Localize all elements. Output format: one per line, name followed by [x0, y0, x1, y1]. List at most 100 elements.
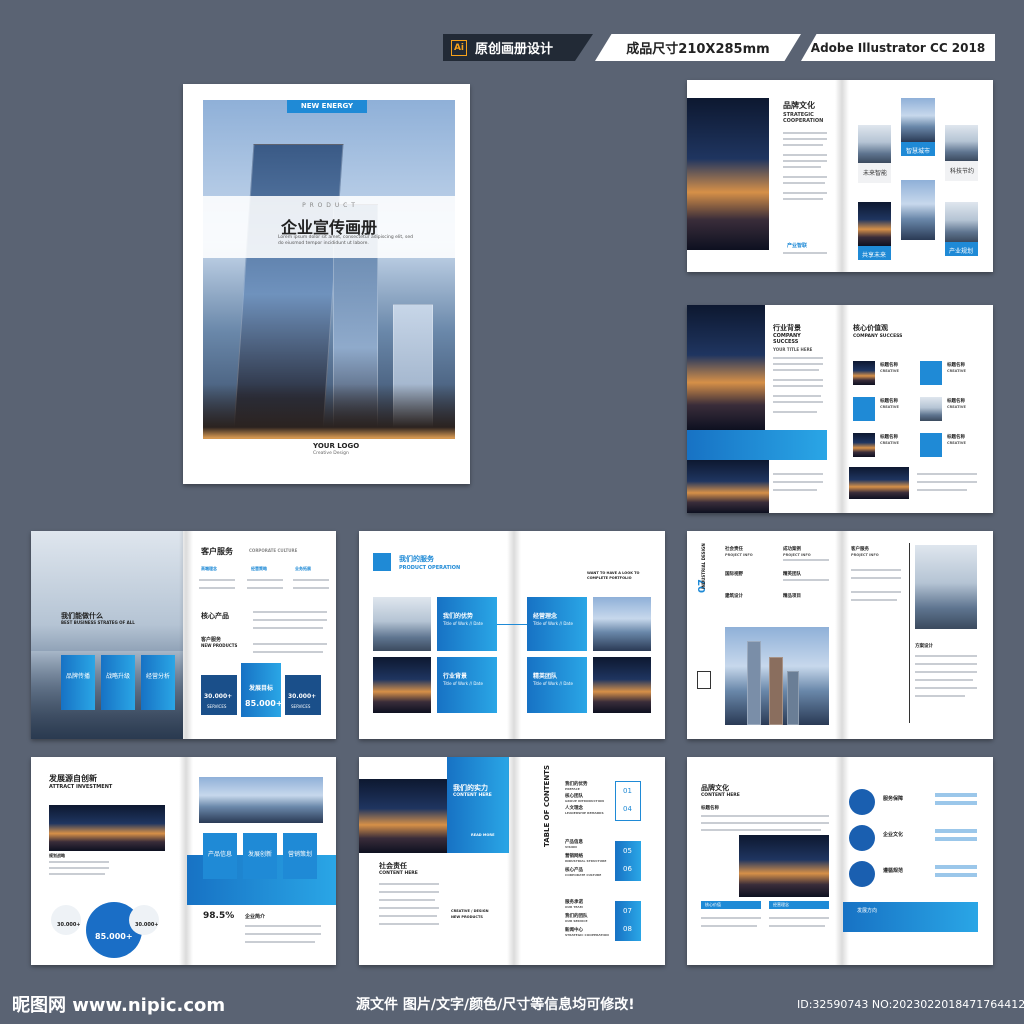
size-tag: 成品尺寸210X285mm [595, 34, 801, 61]
header-tags: Ai 原创画册设计 成品尺寸210X285mm Adobe Illustrator… [443, 34, 995, 61]
spread8-caption: 核心价值 [705, 902, 721, 907]
service-title: 遵循规范 [883, 868, 904, 874]
cover-logo-area: YOUR LOGO Creative Design [203, 439, 455, 463]
service-title: 企业文化 [883, 832, 904, 838]
toc-entry-sub: LEADERSHIP REMARKS [565, 811, 604, 815]
spread8-sub: CONTENT HERE [701, 793, 740, 798]
stat-title: 发展目标 [249, 685, 274, 692]
project-item: 成功案例 [783, 547, 801, 552]
service-box-sub: Title of Work // Date [533, 621, 573, 626]
value-item-title: 标题名称 [880, 435, 898, 440]
illustrator-icon: Ai [451, 39, 467, 56]
spread5-side: INDUSTRIAL DESIGN [701, 543, 706, 589]
toc-entry-sub: VISION [565, 845, 577, 849]
spread-industry-background: 行业背景 COMPANY SUCCESS YOUR TITLE HERE 核心价… [687, 305, 993, 513]
spread3-client: 客户服务 [201, 637, 222, 643]
cover-logo-sub: Creative Design [313, 451, 349, 456]
stat-value: 85.000+ [245, 699, 283, 708]
toc-num: 07 [623, 907, 632, 915]
value-item-title: 标题名称 [880, 399, 898, 404]
service-box-sub: Title of Work // Date [443, 681, 483, 686]
spread2-sub3: COMPANY SUCCESS [853, 334, 903, 339]
toc-entry-sub: PREFACE [565, 787, 580, 791]
brochure-cover: NEW ENERGY P R O D U C T 企业宣传画册 Lorem ip… [183, 84, 470, 484]
spread-brand-culture: 品牌文化 STRATEGIC COOPERATION 产业智联 智慧城市 未来智… [687, 80, 993, 272]
spread2-title2: 核心价值观 [853, 324, 888, 332]
service-box-title: 精英团队 [533, 673, 558, 680]
value-item-sub: CREATIVE [947, 405, 966, 409]
value-item-title: 标题名称 [947, 435, 965, 440]
toc-entry-sub: OUR SERVICE [565, 919, 588, 923]
nipic-logo[interactable]: 昵图网 www.nipic.com [12, 990, 225, 1018]
cover-logo: YOUR LOGO [313, 442, 360, 450]
project-item-sub: PROJECT INFO [783, 553, 811, 557]
spread8-title: 品牌文化 [701, 784, 729, 792]
footer-id: ID:32590743 NO:20230220184717644121 [797, 997, 1024, 1011]
spread3-sub: CORPORATE CULTURE [249, 548, 298, 553]
toc-entry-sub: GROUP INTRODUCTION [565, 799, 604, 803]
spread1-tag: 产业智联 [787, 243, 808, 249]
stat-sub: SERVICES [207, 704, 227, 709]
stat-value: 85.000+ [95, 932, 133, 941]
spread1-caption: 智慧城市 [906, 148, 931, 155]
toc-num: 06 [623, 865, 632, 873]
project-item: 客户服务 [851, 547, 869, 552]
toc-entry-sub: STRATEGIC COOPERATION [565, 933, 609, 937]
innovation-card-label: 产品信息 [208, 851, 233, 858]
stat-value: 30.000+ [57, 922, 81, 928]
toc-entry-sub: INDUSTRIAL STRUCTURE [565, 859, 607, 863]
spread8-label: 标题名称 [701, 806, 719, 811]
spread6-label: 规划战略 [49, 853, 65, 858]
toc-entry-sub: CORPORATE CULTURE [565, 873, 602, 877]
value-item-sub: CREATIVE [880, 405, 899, 409]
design-type-label: 原创画册设计 [475, 42, 554, 57]
spread-client-service: 我们能做什么 BEST BUSINESS STRATEG OF ALL 品牌传播… [31, 531, 336, 739]
spread7-sub: CONTENT HERE [453, 793, 492, 798]
value-item-sub: CREATIVE [880, 369, 899, 373]
icon-label: 经营策略 [251, 566, 267, 571]
spread2-sub: COMPANY SUCCESS [773, 333, 801, 345]
standard-icon [849, 861, 875, 887]
footer-notice: 源文件 图片/文字/颜色/尺寸等信息均可修改! [356, 997, 635, 1013]
spread1-photo [687, 98, 769, 250]
spread6-title: 发展源自创新 [49, 774, 97, 783]
spread3-left-sub: BEST BUSINESS STRATEG OF ALL [61, 620, 135, 625]
service-card-label: 品牌传播 [66, 673, 91, 680]
service-title: 服务保障 [883, 796, 904, 802]
cover-desc: Lorem ipsum dolor sit amet, consectetur … [278, 235, 413, 246]
icon-label: 业务拓展 [295, 566, 311, 571]
spread3-title: 客户服务 [201, 547, 233, 556]
toc-num: 01 [623, 787, 632, 795]
toc-num: 08 [623, 925, 632, 933]
spread1-caption: 共享未来 [862, 252, 887, 259]
innovation-card-label: 发展创新 [248, 851, 273, 858]
spread-our-service: 我们的服务 PRODUCT OPERATION 我们的优势 Title of Wo… [359, 531, 665, 739]
spread8-caption: 经营理念 [773, 902, 789, 907]
spread1-sub: STRATEGIC COOPERATION [783, 112, 824, 124]
culture-icon [849, 825, 875, 851]
value-item-sub: CREATIVE [947, 441, 966, 445]
cover-badge: NEW ENERGY [287, 100, 367, 113]
spread7-title: 我们的实力 [453, 784, 488, 792]
spread2-blue-band [687, 430, 827, 460]
spread1-caption: 产业规划 [949, 248, 974, 255]
spread2-photo-top [687, 305, 765, 430]
spread-table-of-contents: 我们的实力 CONTENT HERE READ MORE 社会责任 CONTEN… [359, 757, 665, 965]
spread3-core: 核心产品 [201, 612, 229, 620]
spread6-pct: 98.5% [203, 911, 235, 921]
spread7-resp-sub: CONTENT HERE [379, 871, 418, 876]
stat-value: 30.000+ [135, 922, 159, 928]
spread-innovation: 发展源自创新 ATTRACT INVESTMENT 规划战略 85.000+ 3… [31, 757, 336, 965]
value-item-title: 标题名称 [947, 399, 965, 404]
service-box-title: 我们的优势 [443, 613, 474, 620]
spread-industrial-design: 07 INDUSTRIAL DESIGN 社会责任 成功案例 国际视野 精英团队… [687, 531, 993, 739]
spread1-caption: 未来智能 [863, 170, 888, 177]
spread-brand-culture-2: 品牌文化 CONTENT HERE 标题名称 核心价值 经营理念 服务保障 企业… [687, 757, 993, 965]
spread2-sub2: YOUR TITLE HERE [773, 347, 813, 352]
read-more: READ MORE [471, 833, 495, 837]
spread4-title: 我们的服务 [399, 555, 434, 563]
toc-num: 04 [623, 805, 632, 813]
spread1-caption: 科技节约 [950, 168, 975, 175]
spread7-creative: CREATIVE / DESIGN [451, 909, 489, 913]
service-icon [373, 553, 391, 571]
